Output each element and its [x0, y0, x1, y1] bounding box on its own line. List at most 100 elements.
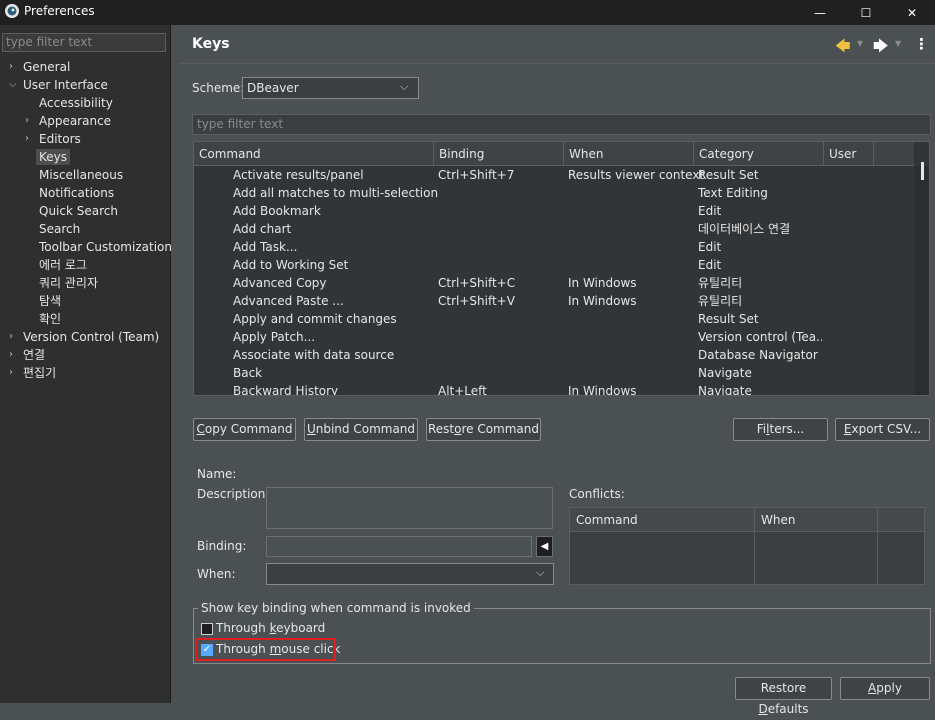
- cell-category: Edit: [698, 204, 722, 218]
- close-icon: ✕: [906, 5, 918, 20]
- header-divider: [180, 63, 935, 64]
- binding-field[interactable]: [266, 536, 532, 557]
- description-field[interactable]: [266, 487, 553, 529]
- restore-command-button[interactable]: Restore Command: [426, 418, 541, 441]
- cell-command: Back: [233, 366, 263, 380]
- sidebar-item[interactable]: 쿼리 관리자: [39, 274, 98, 292]
- minimize-icon: —: [814, 5, 826, 20]
- cell-command: Associate with data source: [233, 348, 395, 362]
- sidebar-item[interactable]: Notifications: [39, 184, 114, 202]
- cell-category: 데이터베이스 연결: [698, 222, 791, 236]
- through-keyboard-label[interactable]: Through keyboard: [216, 621, 325, 635]
- back-menu-chevron-icon[interactable]: ▼: [857, 39, 863, 48]
- table-scrollbar[interactable]: [914, 166, 929, 395]
- table-row[interactable]: Associate with data source Database Navig…: [194, 346, 914, 364]
- sidebar-item-label: 에러 로그: [39, 258, 87, 272]
- highlight-box: [195, 638, 336, 661]
- table-scrollbar-thumb[interactable]: [921, 162, 924, 180]
- table-row[interactable]: Advanced Paste ... Ctrl+Shift+V In Windows…: [194, 292, 914, 310]
- column-header-user[interactable]: User: [824, 142, 874, 166]
- table-row[interactable]: Add chart 데이터베이스 연결: [194, 220, 914, 238]
- cell-command: Add to Working Set: [233, 258, 349, 272]
- sidebar-item[interactable]: ⌵ User Interface: [9, 76, 108, 94]
- title-bar: [0, 0, 935, 25]
- preferences-filter-input[interactable]: type filter text: [2, 33, 166, 52]
- sidebar-item[interactable]: Toolbar Customization: [39, 238, 172, 256]
- cell-category: Edit: [698, 258, 722, 272]
- column-header-binding[interactable]: Binding: [434, 142, 564, 166]
- sidebar-item[interactable]: › Version Control (Team): [9, 328, 159, 346]
- commands-table[interactable]: Command ^ Binding When Category User Act…: [193, 141, 930, 396]
- table-row[interactable]: Backward History Alt+Left In Windows Naviga…: [194, 382, 914, 396]
- sidebar-item[interactable]: › 연결: [9, 346, 45, 364]
- through-keyboard-checkbox[interactable]: [201, 623, 213, 635]
- unbind-command-button[interactable]: Unbind Command: [304, 418, 418, 441]
- sidebar-item[interactable]: Quick Search: [39, 202, 118, 220]
- cell-binding: Ctrl+Shift+V: [438, 294, 515, 308]
- filters-button[interactable]: Filters...: [733, 418, 828, 441]
- sort-ascending-icon: ^: [309, 141, 317, 148]
- sidebar-item[interactable]: 탐색: [39, 292, 61, 310]
- copy-command-button[interactable]: Copy Command: [193, 418, 296, 441]
- cell-command: Add chart: [233, 222, 292, 236]
- chevron-right-icon[interactable]: ›: [25, 112, 29, 130]
- sidebar-item[interactable]: › Editors: [25, 130, 81, 148]
- table-row[interactable]: Apply and commit changes Result Set: [194, 310, 914, 328]
- apply-button[interactable]: Apply: [840, 677, 930, 700]
- column-header-when[interactable]: When: [564, 142, 694, 166]
- minimize-button[interactable]: —: [797, 0, 843, 25]
- table-row[interactable]: Activate results/panel Ctrl+Shift+7 Result…: [194, 166, 914, 184]
- page-title: Keys: [192, 36, 230, 52]
- chevron-right-icon[interactable]: ›: [9, 364, 13, 382]
- column-header-category[interactable]: Category: [694, 142, 824, 166]
- arrow-left-icon: ◀: [540, 541, 549, 552]
- sidebar-item[interactable]: Accessibility: [39, 94, 113, 112]
- cell-when: Results viewer context: [568, 168, 705, 182]
- group-title: Show key binding when command is invoked: [198, 601, 474, 615]
- forward-arrow-icon[interactable]: 🡆: [873, 36, 889, 61]
- sidebar-item[interactable]: › 편집기: [9, 364, 56, 382]
- table-row[interactable]: Apply Patch... Version control (Tea...: [194, 328, 914, 346]
- table-row[interactable]: Back Navigate: [194, 364, 914, 382]
- conflicts-table[interactable]: Command When: [569, 507, 925, 585]
- cell-binding: Ctrl+Shift+C: [438, 276, 516, 290]
- sidebar-item[interactable]: Search: [39, 220, 80, 238]
- table-row[interactable]: Add Task... Edit: [194, 238, 914, 256]
- sidebar-item[interactable]: 에러 로그: [39, 256, 87, 274]
- chevron-right-icon[interactable]: ›: [9, 328, 13, 346]
- cell-command: Advanced Copy: [233, 276, 327, 290]
- conflicts-column-command[interactable]: Command: [570, 508, 755, 532]
- table-row[interactable]: Advanced Copy Ctrl+Shift+C In Windows 유틸리티: [194, 274, 914, 292]
- sidebar-item[interactable]: 확인: [39, 310, 61, 328]
- chevron-right-icon[interactable]: ›: [25, 130, 29, 148]
- chevron-right-icon[interactable]: ›: [9, 346, 13, 364]
- table-row[interactable]: Add Bookmark Edit: [194, 202, 914, 220]
- conflicts-column-when[interactable]: When: [755, 508, 878, 532]
- cell-binding: Ctrl+Shift+7: [438, 168, 515, 182]
- cell-category: Database Navigator: [698, 348, 818, 362]
- chevron-down-icon[interactable]: ⌵: [9, 76, 17, 94]
- sidebar-item[interactable]: › Appearance: [25, 112, 111, 130]
- sidebar-item[interactable]: Keys: [36, 148, 71, 166]
- window-title: Preferences: [24, 4, 95, 18]
- chevron-right-icon[interactable]: ›: [9, 58, 13, 76]
- cell-category: Result Set: [698, 168, 759, 182]
- command-filter-input[interactable]: type filter text: [192, 114, 931, 135]
- sidebar-item[interactable]: Miscellaneous: [39, 166, 123, 184]
- export-csv-button[interactable]: Export CSV...: [835, 418, 930, 441]
- view-menu-icon[interactable]: ⋮: [914, 35, 929, 53]
- back-arrow-icon[interactable]: 🡄: [835, 36, 851, 61]
- table-row[interactable]: Add all matches to multi-selection Text E…: [194, 184, 914, 202]
- close-button[interactable]: ✕: [889, 0, 935, 25]
- table-row[interactable]: Add to Working Set Edit: [194, 256, 914, 274]
- sidebar-item[interactable]: › General: [9, 58, 70, 76]
- when-select[interactable]: [266, 563, 554, 585]
- sidebar-item-label: Notifications: [39, 186, 115, 200]
- restore-defaults-button[interactable]: Restore Defaults: [735, 677, 832, 716]
- sidebar-item-label: 쿼리 관리자: [39, 276, 99, 290]
- maximize-button[interactable]: ☐: [843, 0, 889, 25]
- sidebar-item-label: Search: [39, 222, 81, 236]
- cell-when: In Windows: [568, 384, 637, 396]
- forward-menu-chevron-icon[interactable]: ▼: [895, 39, 901, 48]
- binding-menu-button[interactable]: ◀: [536, 536, 553, 557]
